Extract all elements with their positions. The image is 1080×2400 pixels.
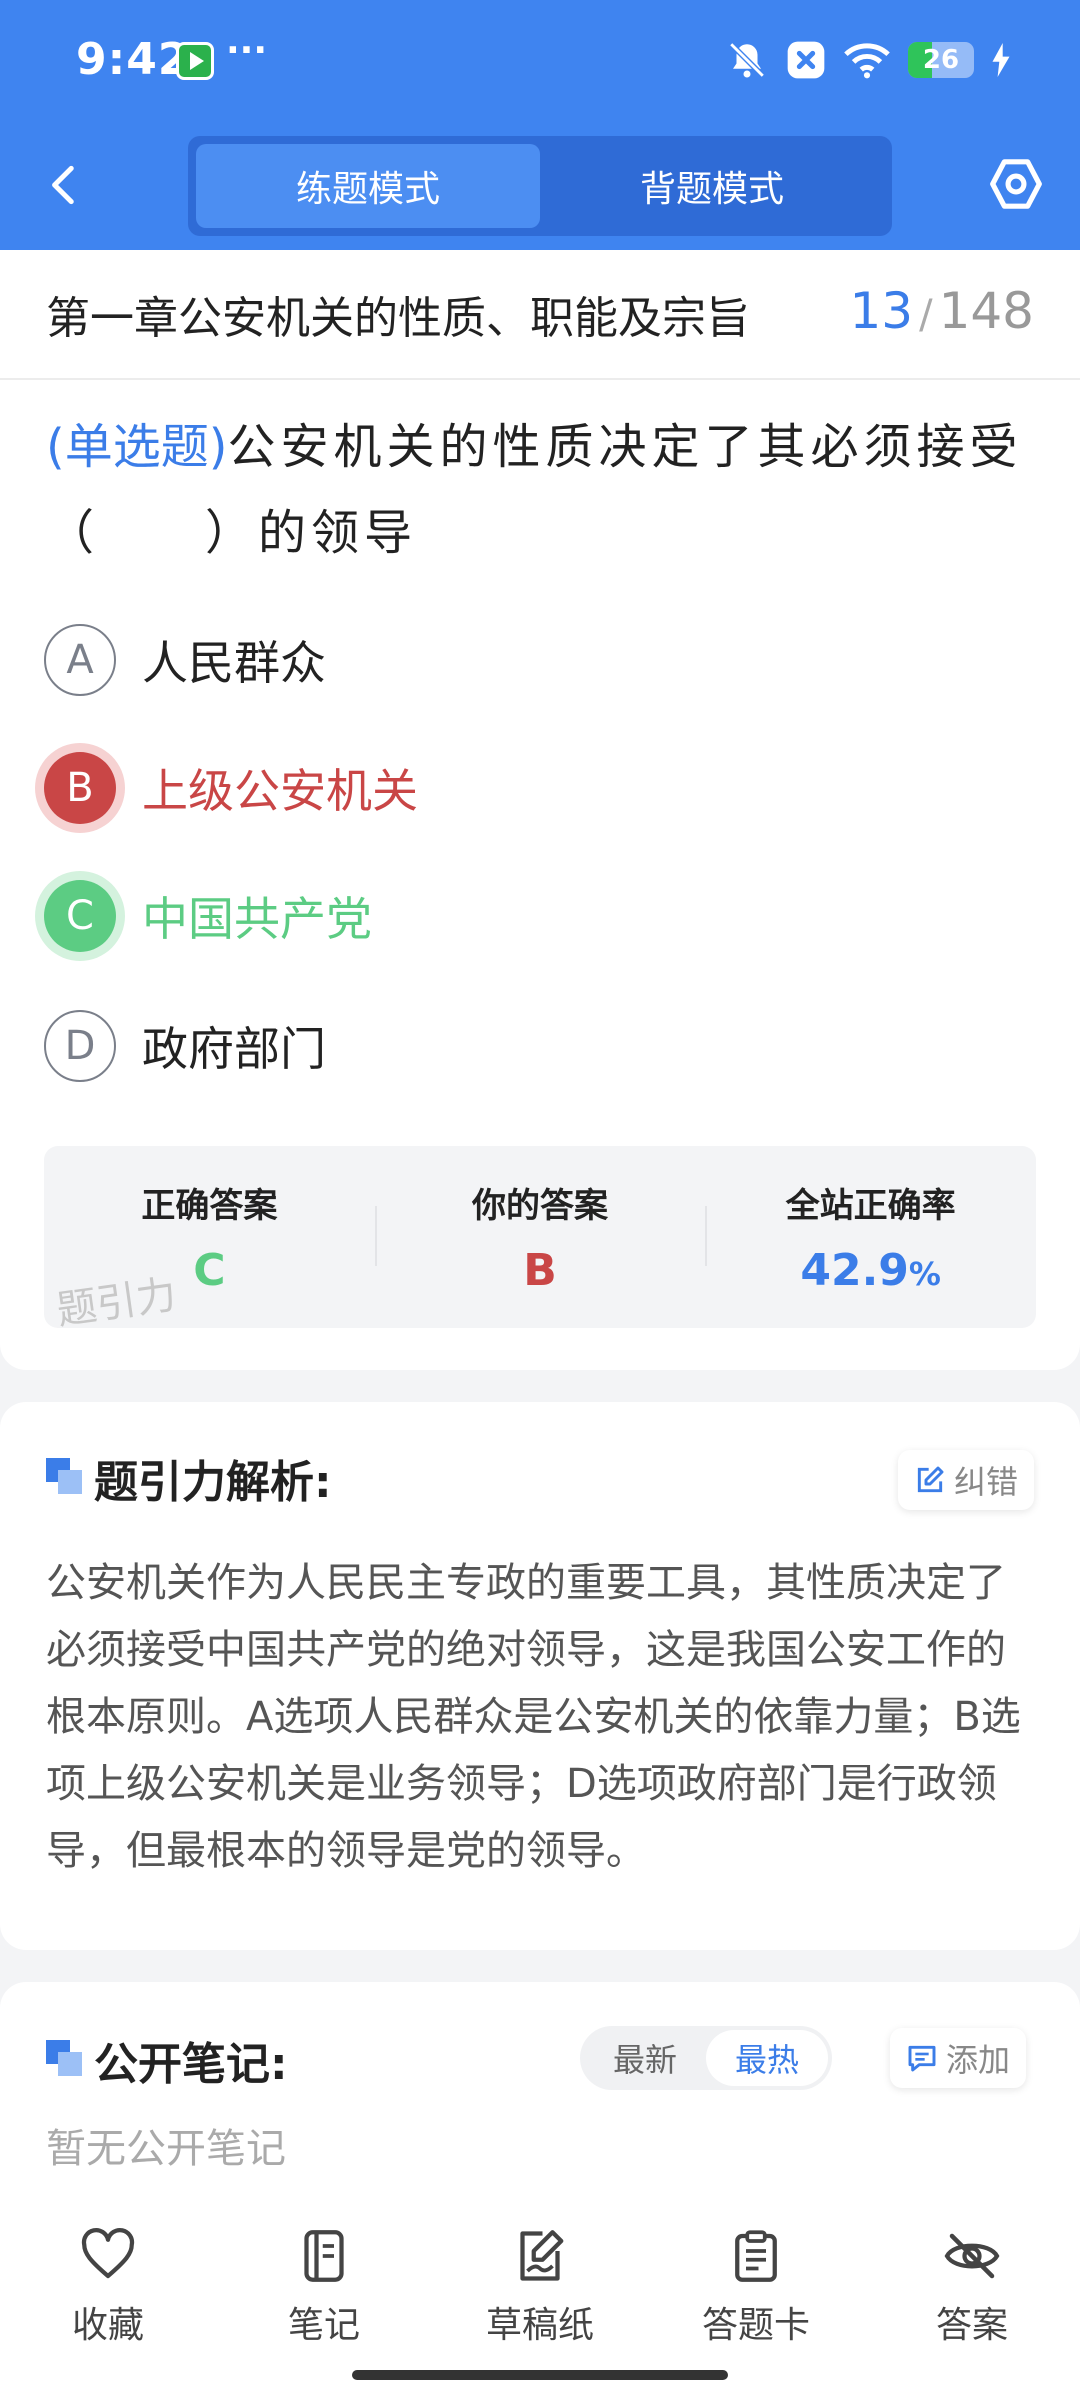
counter-separator: / (919, 292, 933, 338)
analysis-text: 公安机关作为人民民主专政的重要工具，其性质决定了必须接受中国共产党的绝对领导，这… (46, 1560, 1021, 1874)
x-app-icon (786, 40, 826, 80)
option-a[interactable]: A 人民群众 (44, 622, 326, 698)
question-counter: 13/148 (849, 282, 1034, 340)
nav-answer[interactable]: 答案 (882, 2226, 1062, 2400)
more-notifications-icon: ··· (226, 30, 268, 71)
section-squares-icon (46, 2040, 86, 2080)
status-time: 9:42 (76, 34, 190, 85)
edit-icon (917, 1466, 944, 1493)
option-letter: A (44, 624, 116, 696)
divider (0, 378, 1080, 380)
accuracy-label: 全站正确率 (785, 1186, 956, 1226)
current-question-number: 13 (849, 282, 914, 340)
notebook-icon (304, 2230, 344, 2282)
option-letter: D (44, 1010, 116, 1082)
option-c[interactable]: C 中国共产党 (44, 878, 372, 954)
status-icons: 26 (726, 38, 1010, 82)
analysis-title: 题引力解析: (94, 1457, 332, 1508)
nav-draft-label: 草稿纸 (485, 2305, 594, 2346)
charging-icon (992, 43, 1010, 77)
option-text: 政府部门 (142, 1022, 326, 1076)
battery-icon: 26 (908, 42, 974, 78)
eye-off-icon (944, 2233, 1000, 2279)
nav-answer-label: 答案 (935, 2305, 1008, 2346)
nav-favorite[interactable]: 收藏 (18, 2226, 198, 2400)
tab-practice-mode[interactable]: 练题模式 (196, 144, 540, 228)
nav-answer-sheet-label: 答题卡 (701, 2305, 810, 2346)
accuracy-block: 全站正确率 42.9% (705, 1146, 1036, 1328)
battery-level: 26 (922, 45, 960, 75)
your-answer-label: 你的答案 (472, 1186, 608, 1226)
top-bar: 9:42 ··· 26 练题模式 背题模式 (0, 0, 1080, 250)
add-note-button[interactable]: 添加 (890, 2028, 1027, 2088)
back-arrow-icon[interactable] (40, 160, 90, 210)
nav-notes-label: 笔记 (287, 2305, 360, 2346)
nav-favorite-label: 收藏 (71, 2305, 144, 2346)
report-error-label: 纠错 (954, 1463, 1019, 1501)
draft-icon (520, 2230, 564, 2281)
app-store-icon (176, 42, 214, 80)
accuracy-unit: % (908, 1255, 941, 1293)
chapter-title: 第一章公安机关的性质、职能及宗旨 (46, 293, 750, 344)
home-indicator[interactable] (352, 2370, 728, 2380)
analysis-card: 题引力解析: 纠错 公安机关作为人民民主专政的重要工具，其性质决定了必须接受中国… (0, 1402, 1080, 1950)
comment-icon (908, 2045, 936, 2072)
wifi-icon (844, 40, 890, 80)
total-question-count: 148 (938, 282, 1034, 340)
question-type: (单选题) (46, 419, 228, 475)
section-squares-icon (46, 1458, 86, 1498)
tab-recite-mode[interactable]: 背题模式 (540, 144, 884, 228)
mode-switch: 练题模式 背题模式 (188, 136, 892, 236)
empty-notes-text: 暂无公开笔记 (46, 2126, 286, 2172)
correct-answer-label: 正确答案 (141, 1186, 278, 1226)
answer-summary: 正确答案 C 你的答案 B 全站正确率 42.9% (44, 1146, 1036, 1328)
question-card: 第一章公安机关的性质、职能及宗旨 13/148 (单选题)公安机关的性质决定了其… (0, 250, 1080, 1370)
option-letter: B (44, 752, 116, 824)
notes-title: 公开笔记: (94, 2039, 288, 2090)
option-text: 人民群众 (142, 636, 326, 690)
heart-icon (81, 2228, 135, 2279)
sort-hottest[interactable]: 最热 (706, 2030, 828, 2086)
status-bar: 9:42 ··· 26 (0, 0, 1080, 120)
option-d[interactable]: D 政府部门 (44, 1008, 326, 1084)
your-answer-block: 你的答案 B (374, 1146, 706, 1328)
option-text: 上级公安机关 (142, 764, 418, 818)
mute-bell-icon (726, 39, 768, 81)
question-stem: (单选题)公安机关的性质决定了其必须接受（ ）的领导 (46, 404, 1036, 576)
option-b[interactable]: B 上级公安机关 (44, 750, 418, 826)
accuracy-value: 42.9% (800, 1245, 941, 1296)
accuracy-number: 42.9 (800, 1245, 909, 1296)
add-note-label: 添加 (946, 2041, 1011, 2079)
option-text: 中国共产党 (142, 892, 372, 946)
report-error-button[interactable]: 纠错 (898, 1450, 1035, 1510)
your-answer-value: B (523, 1245, 557, 1296)
answer-sheet-icon (735, 2230, 777, 2282)
correct-answer-value: C (193, 1245, 226, 1296)
sort-latest[interactable]: 最新 (584, 2030, 706, 2086)
notes-sort-toggle: 最新 最热 (580, 2026, 832, 2090)
option-letter: C (44, 880, 116, 952)
settings-hexagon-icon[interactable] (988, 156, 1044, 212)
